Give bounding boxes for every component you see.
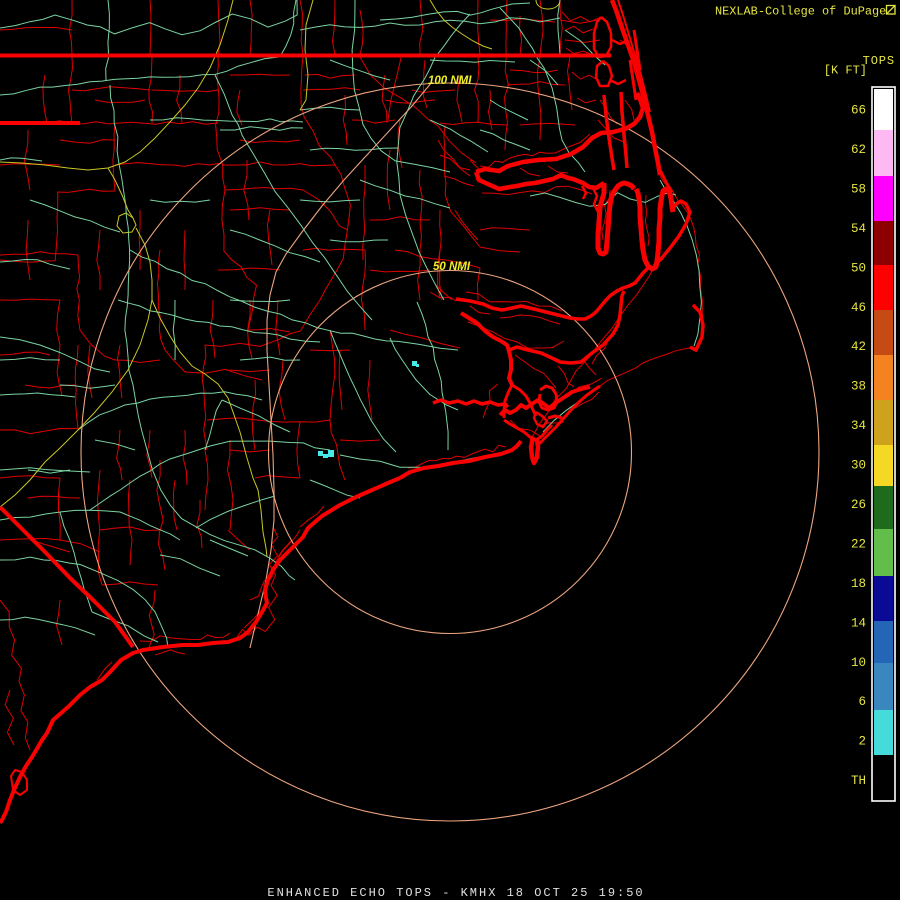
svg-text:NEXLAB-College of DuPage: NEXLAB-College of DuPage (715, 5, 886, 19)
svg-text:30: 30 (851, 459, 866, 473)
svg-text:6: 6 (858, 695, 866, 709)
svg-text:[K FT]: [K FT] (824, 64, 867, 78)
svg-text:22: 22 (851, 537, 866, 551)
svg-text:38: 38 (851, 380, 866, 394)
svg-text:ENHANCED ECHO TOPS - KMHX 18 O: ENHANCED ECHO TOPS - KMHX 18 OCT 25 19:5… (267, 886, 644, 900)
svg-text:TOPS: TOPS (863, 54, 895, 68)
svg-text:66: 66 (851, 104, 866, 118)
svg-text:2: 2 (858, 735, 866, 749)
svg-text:58: 58 (851, 183, 866, 197)
svg-text:50: 50 (851, 261, 866, 275)
svg-text:50 NMI: 50 NMI (433, 261, 471, 273)
svg-text:18: 18 (851, 577, 866, 591)
svg-text:26: 26 (851, 498, 866, 512)
svg-text:14: 14 (851, 616, 866, 630)
svg-text:62: 62 (851, 143, 866, 157)
svg-text:34: 34 (851, 419, 866, 433)
svg-text:TH: TH (851, 774, 866, 788)
svg-text:46: 46 (851, 301, 866, 315)
svg-text:54: 54 (851, 222, 866, 236)
svg-text:100 NMI: 100 NMI (428, 75, 472, 87)
svg-text:42: 42 (851, 340, 866, 354)
svg-text:10: 10 (851, 656, 866, 670)
